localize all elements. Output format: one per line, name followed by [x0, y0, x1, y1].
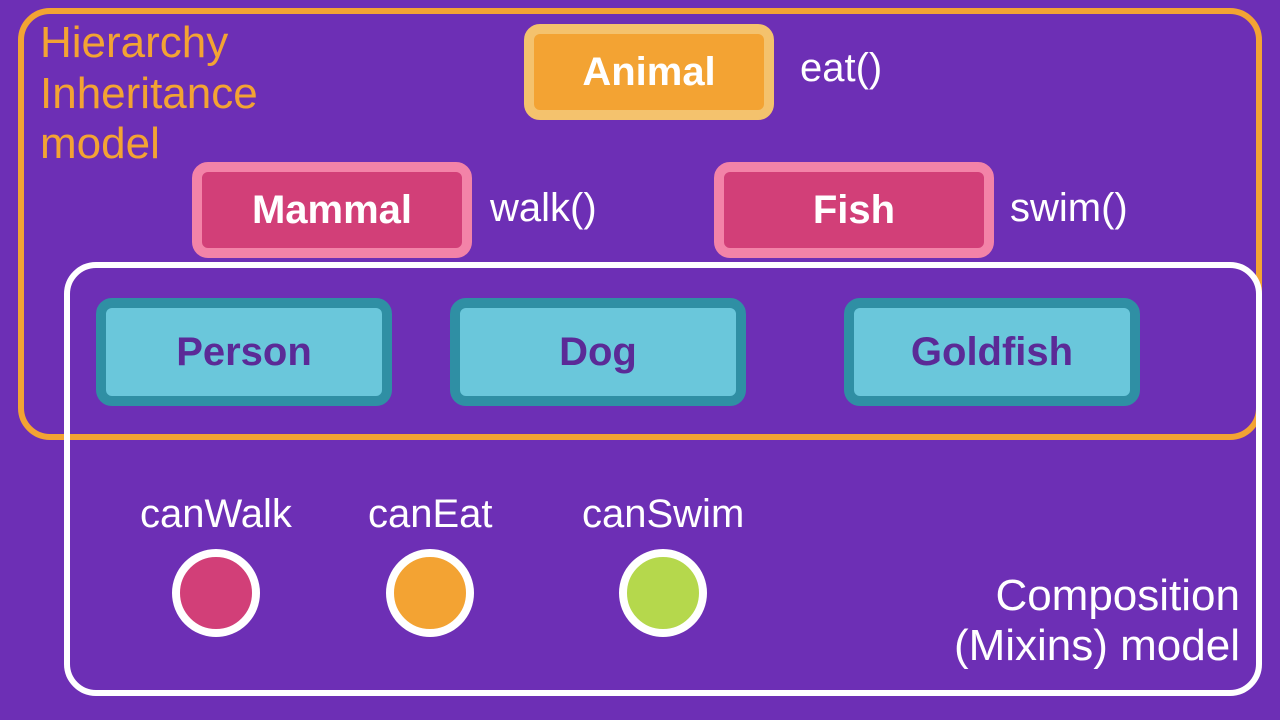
node-person: Person	[96, 298, 392, 406]
method-swim: swim()	[1010, 186, 1128, 231]
method-eat: eat()	[800, 46, 882, 91]
node-label: Dog	[559, 330, 637, 375]
node-goldfish: Goldfish	[844, 298, 1140, 406]
mixin-label: canWalk	[140, 492, 292, 537]
node-mammal: Mammal	[192, 162, 472, 258]
node-label: Mammal	[252, 188, 412, 233]
node-dog: Dog	[450, 298, 746, 406]
composition-title: Composition (Mixins) model	[954, 571, 1240, 672]
node-label: Animal	[582, 50, 715, 95]
node-label: Person	[176, 330, 312, 375]
mixin-label: canEat	[368, 492, 493, 537]
hierarchy-title: Hierarchy Inheritance model	[40, 18, 258, 170]
node-animal: Animal	[524, 24, 774, 120]
node-fish: Fish	[714, 162, 994, 258]
node-label: Goldfish	[911, 330, 1073, 375]
mixin-canswim: canSwim	[582, 492, 744, 637]
mixin-canwalk: canWalk	[140, 492, 292, 637]
mixin-label: canSwim	[582, 492, 744, 537]
mixin-caneat: canEat	[368, 492, 493, 637]
method-walk: walk()	[490, 186, 597, 231]
mixin-dot-icon	[172, 549, 260, 637]
mixin-dot-icon	[386, 549, 474, 637]
mixin-dot-icon	[619, 549, 707, 637]
node-label: Fish	[813, 188, 895, 233]
